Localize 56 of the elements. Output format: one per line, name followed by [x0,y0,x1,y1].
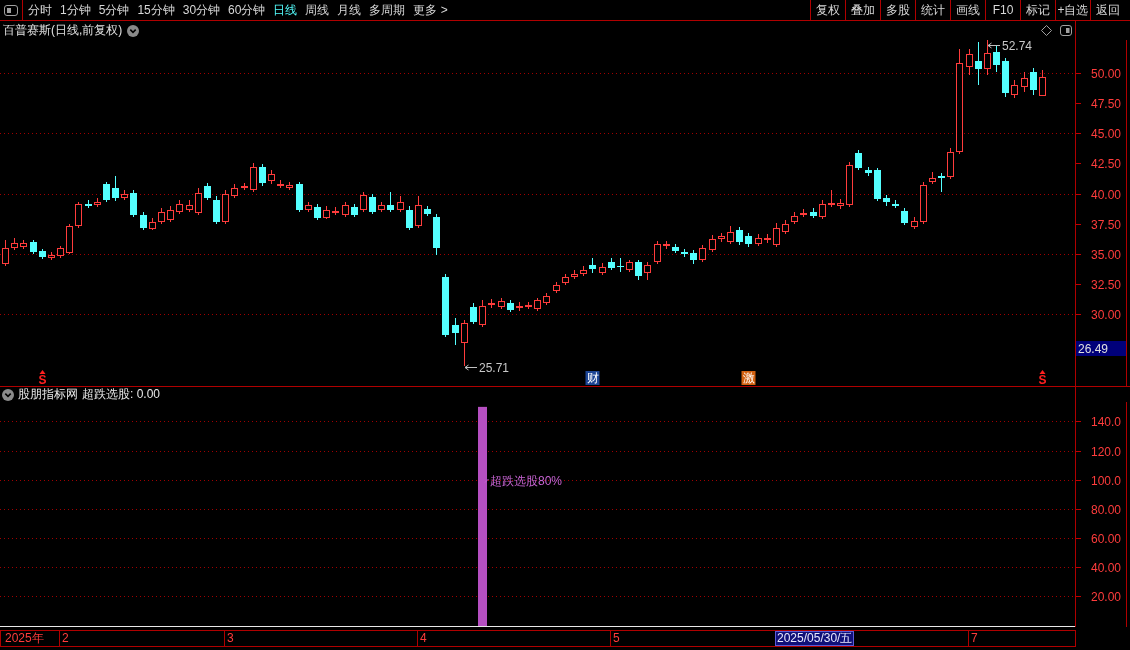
toolbar-button[interactable]: +自选 [1055,0,1090,20]
signal-label: S [1038,373,1047,387]
period-tab[interactable]: 5分钟 [94,0,134,20]
period-tab[interactable]: 周线 [301,0,334,20]
axis-label: 42.50 [1090,156,1121,171]
signal-label: S [38,373,47,387]
cursor-price-tag: 26.49 [1076,341,1126,356]
axis-label: 47.50 [1090,96,1121,111]
axis-label: 40.00 [1090,560,1121,575]
period-tab[interactable]: 月线 [333,0,366,20]
panel-icon[interactable] [4,4,18,16]
axis-label: 30.00 [1090,307,1121,322]
period-tab[interactable]: 更多 > [409,0,452,20]
axis-label: 140.0 [1090,414,1121,429]
date-axis-label: 3 [224,631,234,646]
axis-label: 32.50 [1090,277,1121,292]
period-tab[interactable]: 60分钟 [224,0,270,20]
axis-label: 50.00 [1090,66,1121,81]
axis-label: 35.00 [1090,247,1121,262]
axis-label: 80.00 [1090,502,1121,517]
event-tag[interactable]: 激 [741,371,756,385]
period-tab[interactable]: 日线 [269,0,302,20]
price-label: 52.74 [1002,38,1033,53]
panel-icon[interactable] [1060,25,1072,36]
date-axis-label: 2 [59,631,69,646]
axis-label: 20.00 [1090,589,1121,604]
chevron-down-icon[interactable] [127,24,140,37]
period-tab[interactable]: 1分钟 [56,0,95,20]
axis-label: 40.00 [1090,187,1121,202]
axis-label: 120.0 [1090,444,1121,459]
date-axis-label: 5 [610,631,620,646]
indicator-name: 股朋指标网 [18,387,78,402]
axis-label: 37.50 [1090,217,1121,232]
price-label: 25.71 [479,360,510,375]
event-tag[interactable]: 财 [585,371,600,385]
annotation-leader [484,478,489,483]
leader-arrow [464,364,478,371]
up-caret-icon [1039,370,1046,374]
date-axis-label: 4 [417,631,427,646]
period-tab[interactable]: 分时 [24,0,56,20]
cursor-date-label: 2025/05/30/五 [775,631,855,646]
date-axis-label: 2025年 [0,631,44,646]
axis-label: 100.0 [1090,473,1121,488]
chart-title: 百普赛斯(日线,前复权) [3,22,123,39]
period-tab[interactable]: 30分钟 [178,0,225,20]
axis-label: 45.00 [1090,126,1121,141]
up-caret-icon [39,370,46,374]
chart-annotation: 超跌选股80% [490,473,563,488]
period-tab[interactable]: 多周期 [365,0,410,20]
period-tab[interactable]: 15分钟 [133,0,179,20]
axis-label: 60.00 [1090,531,1121,546]
diamond-icon[interactable] [1041,25,1052,36]
date-axis-label: 7 [968,631,978,646]
indicator-reading: 超跌选股: 0.00 [82,387,161,402]
leader-arrow [987,42,1001,49]
chevron-down-icon[interactable] [2,388,14,401]
